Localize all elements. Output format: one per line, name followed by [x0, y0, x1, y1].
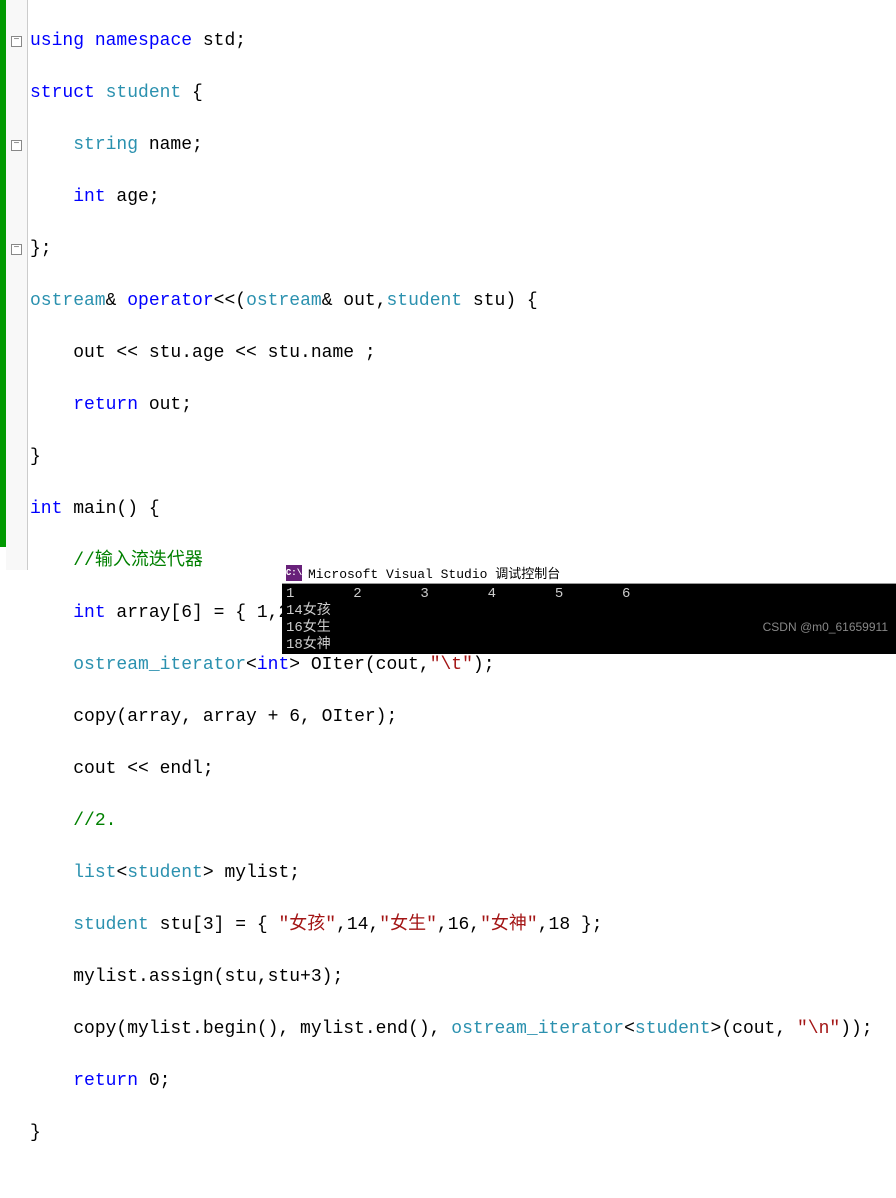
- angle-bracket: <: [246, 655, 257, 675]
- string-literal: "\t": [430, 655, 473, 675]
- statement: copy(array, array + 6, OIter);: [73, 707, 397, 727]
- string-literal: "女神": [480, 915, 538, 935]
- statement: > mylist;: [203, 863, 300, 883]
- statement: out << stu.age << stu.name ;: [73, 343, 375, 363]
- type-name: student: [127, 863, 203, 883]
- brace: {: [181, 83, 203, 103]
- statement: >(cout,: [711, 1019, 797, 1039]
- angle-bracket: <: [624, 1019, 635, 1039]
- debug-console-window: C:\ Microsoft Visual Studio 调试控制台 1 2 3 …: [282, 562, 896, 654]
- brace: }: [30, 447, 41, 467]
- code-text: std;: [192, 31, 246, 51]
- vs-icon: C:\: [286, 565, 302, 581]
- type-name: ostream: [30, 291, 106, 311]
- paren: ));: [840, 1019, 872, 1039]
- string-literal: "女孩": [278, 915, 336, 935]
- statement: > OIter(cout,: [289, 655, 429, 675]
- string-literal: "\n": [797, 1019, 840, 1039]
- paren: );: [473, 655, 495, 675]
- fold-toggle-icon[interactable]: −: [11, 140, 22, 151]
- function-name: main: [62, 499, 116, 519]
- paren: () {: [116, 499, 159, 519]
- code-editor: − − − using namespace std; struct studen…: [0, 0, 896, 570]
- keyword: int: [73, 187, 105, 207]
- identifier: name;: [138, 135, 203, 155]
- fold-gutter: − − −: [6, 0, 28, 570]
- operator: <<(: [214, 291, 246, 311]
- type-name: student: [387, 291, 463, 311]
- type-name: ostream: [246, 291, 322, 311]
- output-row: 18女神: [286, 637, 331, 653]
- brace: }: [30, 1123, 41, 1143]
- param: & out,: [322, 291, 387, 311]
- operator: &: [106, 291, 128, 311]
- fold-toggle-icon[interactable]: −: [11, 244, 22, 255]
- number: 0;: [138, 1071, 170, 1091]
- keyword: using: [30, 31, 84, 51]
- watermark-text: CSDN @m0_61659911: [763, 620, 888, 634]
- fold-toggle-icon[interactable]: −: [11, 36, 22, 47]
- brace: };: [30, 239, 52, 259]
- statement: cout << endl;: [73, 759, 213, 779]
- statement: ,18 };: [538, 915, 603, 935]
- identifier: out;: [138, 395, 192, 415]
- keyword: struct: [30, 83, 95, 103]
- type-name: student: [95, 83, 181, 103]
- statement: stu[3] = {: [149, 915, 279, 935]
- comment: //输入流迭代器: [73, 551, 203, 571]
- console-title-bar[interactable]: C:\ Microsoft Visual Studio 调试控制台: [282, 562, 896, 584]
- console-title-text: Microsoft Visual Studio 调试控制台: [308, 563, 560, 582]
- statement: copy(mylist.begin(), mylist.end(),: [73, 1019, 451, 1039]
- type-name: string: [73, 135, 138, 155]
- output-row: 1 2 3 4 5 6: [286, 586, 630, 602]
- type-name: ostream_iterator: [451, 1019, 624, 1039]
- statement: ,14,: [336, 915, 379, 935]
- param: stu) {: [462, 291, 538, 311]
- keyword: int: [257, 655, 289, 675]
- statement: mylist.assign(stu,stu+3);: [73, 967, 343, 987]
- type-name: student: [73, 915, 149, 935]
- keyword: return: [73, 395, 138, 415]
- output-row: 14女孩: [286, 603, 331, 619]
- code-text[interactable]: using namespace std; struct student { st…: [28, 0, 896, 570]
- identifier: age;: [106, 187, 160, 207]
- string-literal: "女生": [379, 915, 437, 935]
- comment: //2.: [73, 811, 116, 831]
- keyword: operator: [127, 291, 213, 311]
- keyword: namespace: [95, 31, 192, 51]
- type-name: list: [73, 863, 116, 883]
- keyword: int: [30, 499, 62, 519]
- keyword: return: [73, 1071, 138, 1091]
- keyword: int: [73, 603, 105, 623]
- angle-bracket: <: [116, 863, 127, 883]
- statement: ,16,: [437, 915, 480, 935]
- type-name: student: [635, 1019, 711, 1039]
- output-row: 16女生: [286, 620, 331, 636]
- type-name: ostream_iterator: [73, 655, 246, 675]
